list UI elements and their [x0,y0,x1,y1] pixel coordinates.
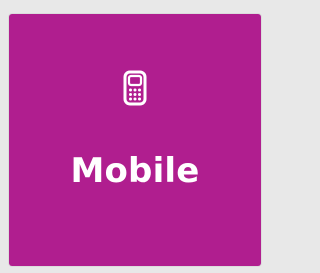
mobile-phone-icon [123,70,147,106]
tile-label: Mobile [70,151,200,191]
page-background: Mobile [0,0,270,273]
mobile-category-tile[interactable]: Mobile [9,14,261,266]
